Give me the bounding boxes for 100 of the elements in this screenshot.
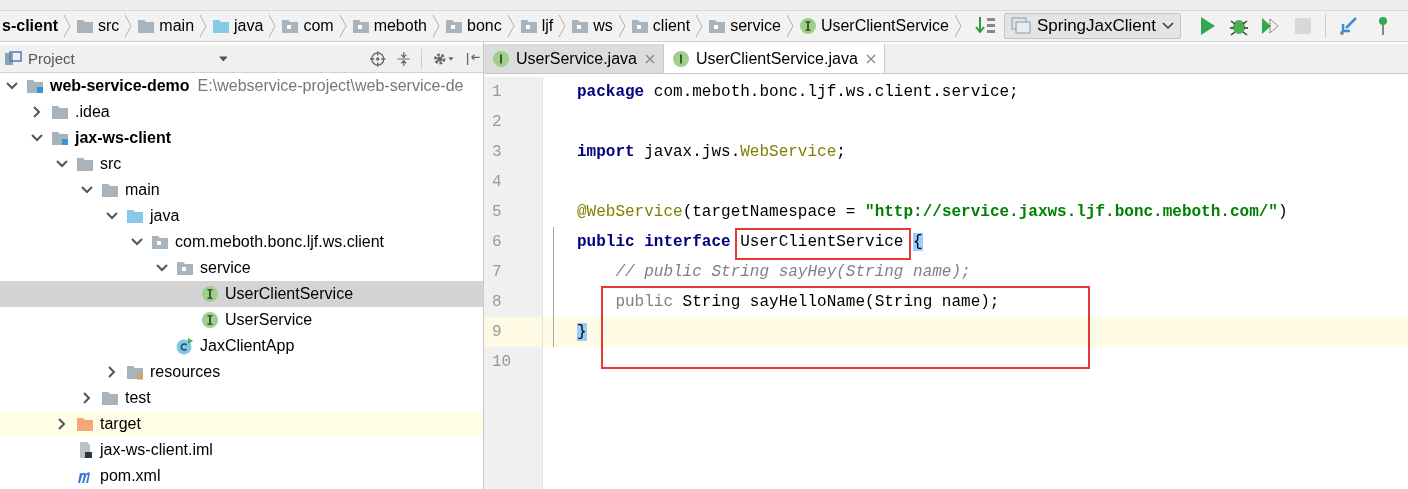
code-line: package com.meboth.bonc.ljf.ws.client.service; [577,83,1019,101]
tree-row[interactable]: jax-ws-client [0,125,483,151]
interface-icon [492,49,510,68]
tree-item-label: com.meboth.bonc.ljf.ws.client [175,233,384,251]
tree-row[interactable]: UserClientService [0,281,483,307]
module-folder-icon [26,77,44,95]
chevron-icon[interactable] [56,158,68,170]
chevron-icon[interactable] [106,210,118,222]
line-number: 2 [491,112,503,133]
tree-item-label: target [100,415,141,433]
tree-row[interactable]: pom.xml [0,463,483,489]
breadcrumb-item[interactable]: bonc [467,17,502,35]
breadcrumb-item[interactable]: meboth [373,17,427,35]
chevron-icon [506,14,515,38]
tree-row[interactable]: service [0,255,483,281]
tree-item-label: main [125,181,160,199]
close-icon[interactable] [644,53,655,64]
collapse-icon[interactable] [395,49,412,68]
folder-icon [137,17,156,35]
breadcrumb-item[interactable]: ljf [541,17,554,35]
tree-item-label: .idea [75,103,110,121]
breadcrumb-item[interactable]: java [234,17,264,35]
package-folder-icon [519,17,538,35]
package-folder-icon [708,17,727,35]
folder-icon [76,155,94,173]
chevron-icon[interactable] [31,106,43,118]
line-number: 9 [484,317,542,347]
chevron-icon[interactable] [6,80,18,92]
chevron-icon[interactable] [81,184,93,196]
code-line: public String sayHelloName(String name); [614,293,1000,311]
tree-row[interactable]: .idea [0,99,483,125]
code-line: @WebService(targetNamespace = "http://service.jaxws.ljf.bonc.meboth.com/") [577,203,1288,221]
resources-folder-icon [126,363,144,381]
folder-icon [212,17,231,35]
breadcrumb-item[interactable]: src [98,17,120,35]
package-folder-icon [445,17,463,35]
chevron-icon [338,14,347,38]
interface-icon [201,311,219,329]
editor-tab[interactable]: UserService.java [484,44,664,73]
breadcrumb-item[interactable]: service [730,17,781,35]
package-folder-icon [571,17,590,35]
chevron-icon [268,14,277,38]
tree-row[interactable]: JaxClientApp [0,333,483,359]
panel-title[interactable]: Project [28,50,75,67]
arrow-icon[interactable] [1337,15,1359,37]
tree-row[interactable]: src [0,151,483,177]
editor-tab[interactable]: UserClientService.java [663,44,885,73]
chevron-icon[interactable] [156,262,168,274]
folder-icon [76,415,94,433]
tree-row[interactable]: web-service-demo E:\webservice-project\web-service-de [0,73,483,99]
package-folder-icon [281,17,300,35]
tree-row[interactable]: target [0,411,483,437]
chevron-icon [953,14,962,38]
project-icon [4,49,22,68]
tree-row[interactable]: UserService [0,307,483,333]
chevron-icon [199,14,208,38]
breadcrumb-item[interactable]: com [303,17,334,35]
tree-row[interactable]: jax-ws-client.iml [0,437,483,463]
folder-icon [76,17,94,35]
tree-item-label: JaxClientApp [200,337,295,355]
tree-item-label: UserService [225,311,313,329]
tree-row[interactable]: com.meboth.bonc.ljf.ws.client [0,229,483,255]
breadcrumb-item[interactable]: UserClientService [820,17,949,35]
chevron-icon[interactable] [106,366,118,378]
tree-item-label: test [125,389,151,407]
tree-item-label: jax-ws-client.iml [100,441,213,459]
module-folder-icon [51,129,69,147]
code-line: public interface UserClientService { [577,233,923,251]
tree-row[interactable]: java [0,203,483,229]
locate-icon[interactable] [370,49,386,68]
interface-icon [201,285,219,303]
code-line: // public String sayHey(String name); [614,263,971,281]
tree-row[interactable]: main [0,177,483,203]
tree-item-label: src [100,155,122,173]
chevron-icon[interactable] [31,132,43,144]
tree-item-label: UserClientService [225,285,354,303]
tree-item-label: service [200,259,251,277]
chevron-icon[interactable] [131,236,143,248]
breadcrumb-item[interactable]: ws [593,17,613,35]
tree-row[interactable]: test [0,385,483,411]
caret-icon[interactable] [218,55,228,62]
breadcrumb-item[interactable]: s-client [2,17,58,35]
run-configuration-dropdown[interactable]: SpringJaxClient [1003,13,1181,39]
folder-icon [101,389,119,407]
close-icon[interactable] [865,53,876,64]
line-number: 8 [491,292,503,313]
breadcrumb-item[interactable]: client [652,17,691,35]
package-folder-icon [176,259,194,277]
caret-icon [1162,22,1174,30]
chevron-icon[interactable] [81,392,93,404]
breadcrumb-item[interactable]: main [159,17,195,35]
package-folder-icon [151,233,169,251]
chevron-icon[interactable] [56,418,68,430]
folder-icon [51,103,69,121]
line-number: 4 [491,172,503,193]
window-icon [1010,17,1031,35]
code-line: import javax.jws.WebService; [577,143,846,161]
chevron-icon [785,14,794,38]
chevron-icon [695,14,704,38]
tree-row[interactable]: resources [0,359,483,385]
